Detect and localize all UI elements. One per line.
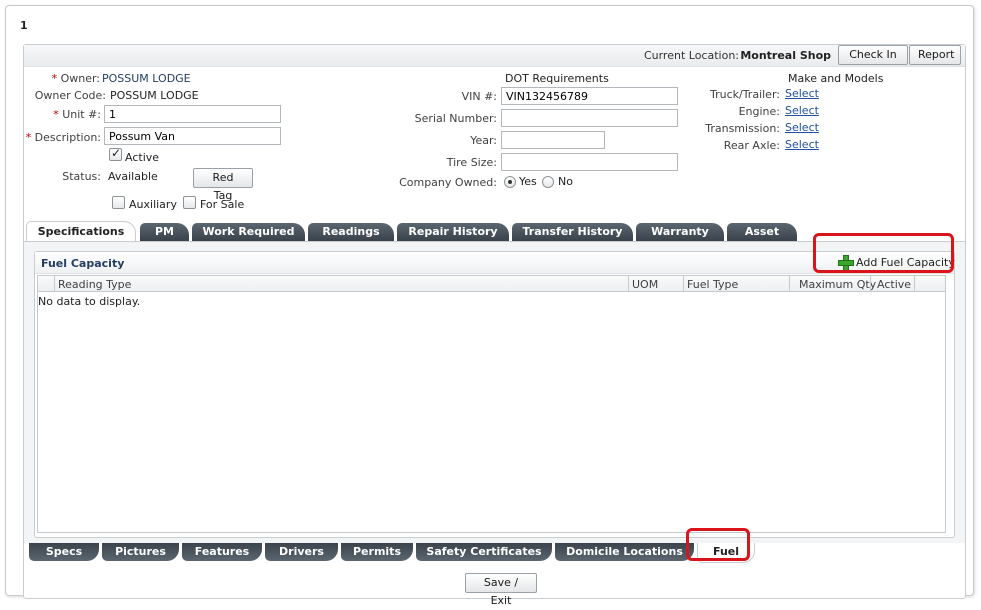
column-divider [870,276,871,292]
active-label: Active [125,151,160,164]
auxiliary-checkbox[interactable] [112,196,125,209]
transmission-select-link[interactable]: Select [785,121,819,134]
transmission-label: Transmission: [705,122,780,135]
serial-number-label: Serial Number: [414,112,497,125]
current-location-label: Current Location: [643,49,739,62]
dot-heading: DOT Requirements [505,72,609,85]
tire-size-label: Tire Size: [446,156,497,169]
rear-axle-select-link[interactable]: Select [785,138,819,151]
owner-code-value: POSSUM LODGE [110,89,199,102]
fuel-capacity-title: Fuel Capacity [41,257,125,270]
owner-code-label: Owner Code: [34,89,106,102]
vin-input[interactable] [501,87,678,105]
status-value: Available [108,170,158,183]
year-label: Year: [470,134,497,147]
column-header-fuel-type[interactable]: Fuel Type [687,278,738,291]
company-owned-yes-label: Yes [519,175,537,188]
unit-label: * Unit #: [53,108,101,121]
company-owned-no-label: No [558,175,573,188]
column-divider [789,276,790,292]
column-divider [54,276,55,292]
description-label: * Description: [25,131,101,144]
make-models-heading: Make and Models [788,72,884,85]
description-input[interactable] [104,127,281,145]
for-sale-label: For Sale [200,198,245,211]
for-sale-checkbox[interactable] [183,196,196,209]
status-label: Status: [62,170,101,183]
report-button[interactable]: Report [909,45,961,65]
highlight-add-fuel-capacity [813,233,954,273]
owner-value: POSSUM LODGE [102,72,191,85]
tab-pictures[interactable]: Pictures [102,543,179,561]
column-divider [914,276,915,292]
tab-readings[interactable]: Readings [308,223,394,241]
engine-label: Engine: [738,105,780,118]
tab-features[interactable]: Features [182,543,262,561]
highlight-fuel-tab [686,528,750,561]
window-frame: 1 Current Location: Montreal Shop Check … [5,5,974,607]
unit-input[interactable] [104,105,281,123]
bottom-tab-bar: Specs Pictures Features Drivers Permits … [24,543,965,563]
tab-drivers[interactable]: Drivers [265,543,338,561]
tab-safety-certificates[interactable]: Safety Certificates [416,543,552,561]
fuel-capacity-section: Fuel Capacity Add Fuel Capacity Reading … [34,251,955,538]
active-checkbox[interactable] [109,146,122,161]
tire-size-input[interactable] [501,153,678,171]
tab-repair-history[interactable]: Repair History [397,223,509,241]
table-header: Reading Type UOM Fuel Type Maximum Qty A… [38,276,945,292]
serial-number-input[interactable] [501,109,678,127]
tab-work-required[interactable]: Work Required [192,223,305,241]
red-tag-button[interactable]: Red Tag [193,168,253,202]
tab-domicile-locations[interactable]: Domicile Locations [555,543,694,561]
tab-specs[interactable]: Specs [29,543,99,561]
company-owned-no-radio[interactable] [542,176,554,188]
owner-label: * Owner: [51,72,100,85]
engine-select-link[interactable]: Select [785,104,819,117]
tab-specifications[interactable]: Specifications [26,221,136,242]
auxiliary-label: Auxiliary [129,198,177,211]
current-location-value: Montreal Shop [740,49,831,62]
tab-content: Fuel Capacity Add Fuel Capacity Reading … [24,241,965,543]
fuel-capacity-table: Reading Type UOM Fuel Type Maximum Qty A… [37,275,946,533]
truck-trailer-label: Truck/Trailer: [709,88,780,101]
empty-table-message: No data to display. [38,295,141,308]
tab-warranty[interactable]: Warranty [636,223,724,241]
save-exit-button[interactable]: Save / Exit [465,573,537,607]
column-divider [683,276,684,292]
company-owned-label: Company Owned: [399,176,497,189]
company-owned-yes-radio[interactable] [504,176,516,188]
vin-label: VIN #: [461,90,497,103]
column-header-uom[interactable]: UOM [632,278,658,291]
column-header-maximum-qty[interactable]: Maximum Qty [799,278,876,291]
tab-permits[interactable]: Permits [341,543,413,561]
column-divider [628,276,629,292]
check-in-button[interactable]: Check In [838,45,908,65]
year-input[interactable] [501,131,605,149]
tab-pm[interactable]: PM [140,223,189,241]
tab-transfer-history[interactable]: Transfer History [512,223,633,241]
location-bar: Current Location: Montreal Shop Check In… [24,45,965,67]
column-header-reading-type[interactable]: Reading Type [58,278,131,291]
column-header-active[interactable]: Active [877,278,911,291]
truck-trailer-select-link[interactable]: Select [785,87,819,100]
rear-axle-label: Rear Axle: [723,139,780,152]
equipment-panel: Current Location: Montreal Shop Check In… [23,44,966,607]
record-id: 1 [20,19,28,32]
tab-asset[interactable]: Asset [727,223,797,241]
